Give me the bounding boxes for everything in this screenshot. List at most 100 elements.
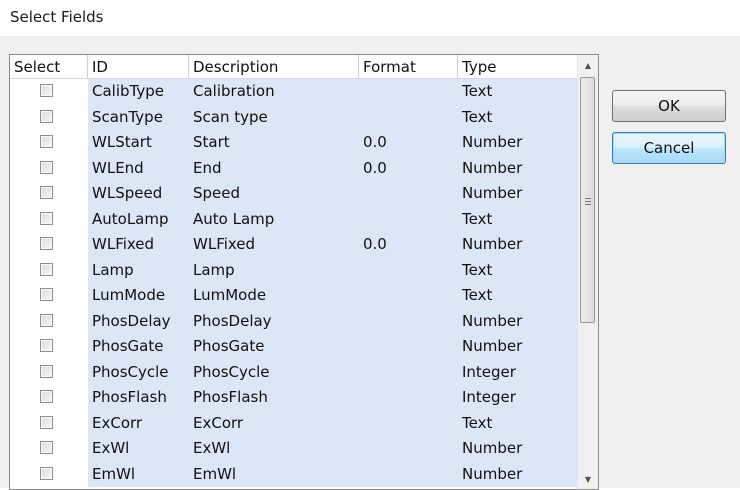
select-checkbox[interactable] xyxy=(40,211,53,225)
table-row[interactable]: WLStart Start 0.0 Number xyxy=(10,130,578,156)
type-cell[interactable]: Text xyxy=(458,104,578,130)
format-cell[interactable] xyxy=(359,410,458,436)
id-cell[interactable]: WLSpeed xyxy=(88,181,189,207)
select-checkbox[interactable] xyxy=(40,109,53,123)
table-row[interactable]: ExWl ExWl Number xyxy=(10,436,578,462)
scroll-down-arrow-icon[interactable]: ▼ xyxy=(578,469,598,489)
format-cell[interactable] xyxy=(359,359,458,385)
format-cell[interactable] xyxy=(359,436,458,462)
table-row[interactable]: PhosGate PhosGate Number xyxy=(10,334,578,360)
table-row[interactable]: ScanType Scan type Text xyxy=(10,104,578,130)
scroll-thumb[interactable] xyxy=(580,77,595,323)
id-cell[interactable]: PhosCycle xyxy=(88,359,189,385)
type-cell[interactable]: Number xyxy=(458,155,578,181)
ok-button[interactable]: OK xyxy=(612,90,726,122)
description-cell[interactable]: Calibration xyxy=(189,79,359,105)
table-row[interactable]: EmWl EmWl Number xyxy=(10,461,578,487)
type-cell[interactable]: Text xyxy=(458,257,578,283)
description-cell[interactable]: EmWl xyxy=(189,461,359,487)
id-cell[interactable]: CalibType xyxy=(88,79,189,105)
format-cell[interactable] xyxy=(359,334,458,360)
description-cell[interactable]: PhosFlash xyxy=(189,385,359,411)
description-cell[interactable]: ExCorr xyxy=(189,410,359,436)
table-row[interactable]: ExCorr ExCorr Text xyxy=(10,410,578,436)
table-row[interactable]: PhosCycle PhosCycle Integer xyxy=(10,359,578,385)
select-checkbox[interactable] xyxy=(40,160,53,174)
select-checkbox[interactable] xyxy=(40,135,53,148)
type-cell[interactable]: Text xyxy=(458,410,578,436)
type-cell[interactable]: Text xyxy=(458,79,578,105)
select-checkbox[interactable] xyxy=(40,262,53,276)
vertical-scrollbar[interactable]: ▲ ▼ xyxy=(577,55,598,489)
description-cell[interactable]: ExWl xyxy=(189,436,359,462)
column-header-id[interactable]: ID xyxy=(88,55,189,79)
id-cell[interactable]: ExWl xyxy=(88,436,189,462)
type-cell[interactable]: Number xyxy=(458,461,578,487)
description-cell[interactable]: PhosGate xyxy=(189,334,359,360)
id-cell[interactable]: Lamp xyxy=(88,257,189,283)
description-cell[interactable]: Start xyxy=(189,130,359,156)
description-cell[interactable]: LumMode xyxy=(189,283,359,309)
description-cell[interactable]: Lamp xyxy=(189,257,359,283)
select-checkbox[interactable] xyxy=(40,288,53,301)
format-cell[interactable] xyxy=(359,206,458,232)
id-cell[interactable]: ScanType xyxy=(88,104,189,130)
format-cell[interactable] xyxy=(359,257,458,283)
description-cell[interactable]: Scan type xyxy=(189,104,359,130)
description-cell[interactable]: End xyxy=(189,155,359,181)
id-cell[interactable]: WLStart xyxy=(88,130,189,156)
type-cell[interactable]: Number xyxy=(458,436,578,462)
select-checkbox[interactable] xyxy=(40,441,53,454)
description-cell[interactable]: Auto Lamp xyxy=(189,206,359,232)
format-cell[interactable] xyxy=(359,181,458,207)
select-checkbox[interactable] xyxy=(40,390,53,403)
column-header-description[interactable]: Description xyxy=(189,55,359,79)
description-cell[interactable]: PhosDelay xyxy=(189,308,359,334)
type-cell[interactable]: Text xyxy=(458,206,578,232)
table-row[interactable]: WLSpeed Speed Number xyxy=(10,181,578,207)
format-cell[interactable] xyxy=(359,79,458,105)
description-cell[interactable]: Speed xyxy=(189,181,359,207)
format-cell[interactable] xyxy=(359,104,458,130)
id-cell[interactable]: AutoLamp xyxy=(88,206,189,232)
select-checkbox[interactable] xyxy=(40,313,53,327)
select-checkbox[interactable] xyxy=(40,466,53,480)
type-cell[interactable]: Integer xyxy=(458,359,578,385)
type-cell[interactable]: Text xyxy=(458,283,578,309)
id-cell[interactable]: ExCorr xyxy=(88,410,189,436)
table-row[interactable]: AutoLamp Auto Lamp Text xyxy=(10,206,578,232)
type-cell[interactable]: Number xyxy=(458,308,578,334)
column-header-select[interactable]: Select xyxy=(10,55,88,79)
table-row[interactable]: WLEnd End 0.0 Number xyxy=(10,155,578,181)
table-row[interactable]: CalibType Calibration Text xyxy=(10,79,578,105)
id-cell[interactable]: PhosGate xyxy=(88,334,189,360)
id-cell[interactable]: PhosDelay xyxy=(88,308,189,334)
select-checkbox[interactable] xyxy=(40,364,53,378)
select-checkbox[interactable] xyxy=(40,186,53,199)
format-cell[interactable] xyxy=(359,461,458,487)
description-cell[interactable]: WLFixed xyxy=(189,232,359,258)
format-cell[interactable]: 0.0 xyxy=(359,232,458,258)
id-cell[interactable]: LumMode xyxy=(88,283,189,309)
table-row[interactable]: PhosFlash PhosFlash Integer xyxy=(10,385,578,411)
table-row[interactable]: Lamp Lamp Text xyxy=(10,257,578,283)
type-cell[interactable]: Number xyxy=(458,181,578,207)
fields-grid[interactable]: Select ID Description Format Type CalibT… xyxy=(9,54,599,490)
format-cell[interactable] xyxy=(359,283,458,309)
cancel-button[interactable]: Cancel xyxy=(612,132,726,164)
select-checkbox[interactable] xyxy=(40,237,53,250)
format-cell[interactable] xyxy=(359,308,458,334)
table-row[interactable]: PhosDelay PhosDelay Number xyxy=(10,308,578,334)
type-cell[interactable]: Integer xyxy=(458,385,578,411)
select-checkbox[interactable] xyxy=(40,339,53,352)
format-cell[interactable]: 0.0 xyxy=(359,130,458,156)
type-cell[interactable]: Number xyxy=(458,130,578,156)
table-row[interactable]: LumMode LumMode Text xyxy=(10,283,578,309)
type-cell[interactable]: Number xyxy=(458,232,578,258)
select-checkbox[interactable] xyxy=(40,84,53,97)
column-header-type[interactable]: Type xyxy=(458,55,578,79)
select-checkbox[interactable] xyxy=(40,415,53,429)
scroll-up-arrow-icon[interactable]: ▲ xyxy=(578,55,598,75)
column-header-format[interactable]: Format xyxy=(359,55,458,79)
format-cell[interactable] xyxy=(359,385,458,411)
